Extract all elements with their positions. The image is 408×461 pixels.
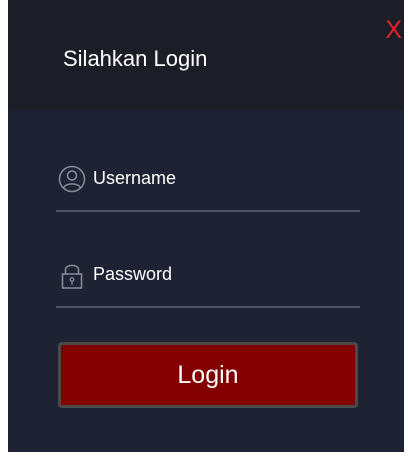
password-placeholder: Password [93,264,173,284]
close-button[interactable]: X [385,16,402,44]
password-field[interactable]: Password [56,250,360,310]
username-placeholder: Username [93,168,177,188]
user-icon [58,165,86,193]
lock-icon [61,264,83,289]
login-button[interactable]: Login [58,342,358,408]
password-underline [56,306,360,308]
username-underline [56,210,360,212]
dialog-header: Silahkan Login [8,0,404,110]
dialog-title: Silahkan Login [63,46,208,71]
username-field[interactable]: Username [56,154,360,214]
login-dialog: Silahkan Login X Username Password Login [8,0,404,452]
